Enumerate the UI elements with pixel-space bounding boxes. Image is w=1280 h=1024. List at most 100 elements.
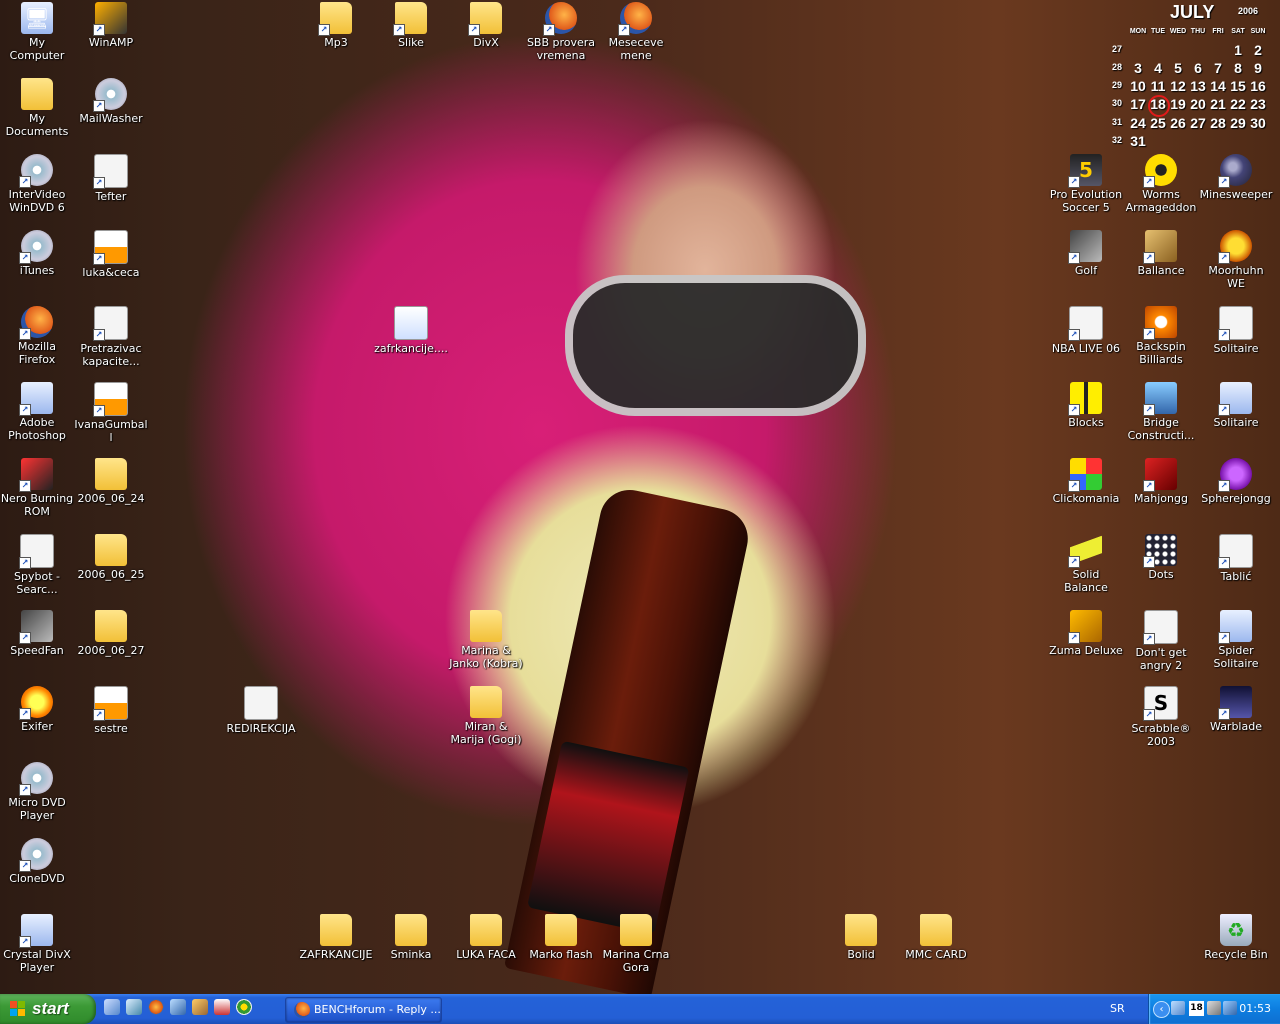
desktop-icon-redirekcija[interactable]: REDIREKCIJA (224, 686, 298, 735)
desktop-icon-solitaire-2[interactable]: ↗ Solitaire (1199, 382, 1273, 429)
desktop-icon-zafrkancije-folder[interactable]: ZAFRKANCIJE (299, 914, 373, 961)
desktop-icon-nba-live[interactable]: ↗ NBA LIVE 06 (1049, 306, 1123, 355)
calendar-row: 3456789 (1128, 60, 1278, 76)
calendar-day: 20 (1190, 96, 1206, 112)
desktop-icon-bolid[interactable]: Bolid (824, 914, 898, 961)
desktop-icon-ballance[interactable]: ↗ Ballance (1124, 230, 1198, 277)
desktop-icon-scrabble[interactable]: S ↗ Scrabble® 2003 (1124, 686, 1198, 748)
player-icon[interactable] (236, 999, 252, 1015)
desktop-icon-firefox[interactable]: ↗ Mozilla Firefox (0, 306, 74, 366)
desktop-icon-2006-06-24[interactable]: 2006_06_24 (74, 458, 148, 505)
desktop-icon-clonedvd[interactable]: ↗ CloneDVD (0, 838, 74, 885)
desktop-icon-mmc-card[interactable]: MMC CARD (899, 914, 973, 961)
firefox-icon[interactable] (148, 999, 164, 1015)
desktop-icon-my-documents[interactable]: My Documents (0, 78, 74, 138)
desktop-icon-itunes[interactable]: ↗ iTunes (0, 230, 74, 277)
folder-icon: ↗ (318, 2, 352, 36)
desktop-icon-mailwasher[interactable]: ↗ MailWasher (74, 78, 148, 125)
desktop-icon-moorhuhn[interactable]: ↗ Moorhuhn WE (1199, 230, 1273, 290)
desktop-icon-miran-marija[interactable]: Miran & Marija (Gogi) (449, 686, 523, 746)
desktop-icon-pretrazivac[interactable]: ↗ Pretrazivac kapacite... (74, 306, 148, 368)
mail-icon[interactable] (170, 999, 186, 1015)
desktop-icon-mahjongg[interactable]: ↗ Mahjongg (1124, 458, 1198, 505)
clock[interactable]: 01:53 (1239, 994, 1271, 1024)
desktop-icon-bridge-construction[interactable]: ↗ Bridge Constructi... (1124, 382, 1198, 442)
desktop-icon-winamp[interactable]: ↗ WinAMP (74, 2, 148, 49)
desktop-icon-blocks[interactable]: ↗ Blocks (1049, 382, 1123, 429)
package-icon[interactable] (192, 999, 208, 1015)
network-icon[interactable] (126, 999, 142, 1015)
desktop-icon-marina-janko[interactable]: Marina & Janko (Kobra) (449, 610, 523, 670)
desktop-icon-sminka[interactable]: Sminka (374, 914, 448, 961)
desktop-icon-solitaire-1[interactable]: ↗ Solitaire (1199, 306, 1273, 355)
desktop-icon-worms[interactable]: ↗ Worms Armageddon (1124, 154, 1198, 214)
calendar-day: 7 (1214, 60, 1222, 76)
desktop-icon-solid-balance[interactable]: ↗ Solid Balance (1049, 534, 1123, 594)
desktop-icon-tablic[interactable]: ↗ Tablić (1199, 534, 1273, 583)
desktop-icon-marina-crna-gora[interactable]: Marina Crna Gora (599, 914, 673, 974)
desktop-icon-marko-flash[interactable]: Marko flash (524, 914, 598, 961)
weekday-label: SAT (1231, 28, 1245, 35)
recycle-bin-icon: ♻ (1220, 914, 1252, 946)
desktop-icon-sbb-provera[interactable]: ↗ SBB provera vremena (524, 2, 598, 62)
desktop-icon-spherejongg[interactable]: ↗ Spherejongg (1199, 458, 1273, 505)
desktop-icon-mp3[interactable]: ↗ Mp3 (299, 2, 373, 49)
desktop-icon-zuma[interactable]: ↗ Zuma Deluxe (1049, 610, 1123, 657)
desktop-icon-2006-06-25[interactable]: 2006_06_25 (74, 534, 148, 581)
zuma-icon: ↗ (1068, 610, 1102, 644)
show-desktop-icon[interactable] (104, 999, 120, 1015)
nba-icon: ↗ (1068, 306, 1103, 341)
desktop-icon-spider-solitaire[interactable]: ↗ Spider Solitaire (1199, 610, 1273, 670)
firefox-icon: ↗ (618, 2, 652, 36)
desktop-icon-exifer[interactable]: ↗ Exifer (0, 686, 74, 733)
desktop-icon-speedfan[interactable]: ↗ SpeedFan (0, 610, 74, 657)
calendar-week-number: 30 (1112, 98, 1123, 108)
chevron-left-icon[interactable]: ‹ (1153, 1001, 1170, 1018)
desktop-icon-spybot[interactable]: ↗ Spybot - Searc... (0, 534, 74, 596)
desktop-icon-micro-dvd-player[interactable]: ↗ Micro DVD Player (0, 762, 74, 822)
desktop-icon-backspin-billiards[interactable]: ↗ Backspin Billiards (1124, 306, 1198, 366)
user-tray-icon[interactable] (1207, 1001, 1221, 1015)
desktop-icon-warblade[interactable]: ↗ Warblade (1199, 686, 1273, 733)
desktop-icon-dots[interactable]: ↗ Dots (1124, 534, 1198, 581)
desktop-icon-golf[interactable]: ↗ Golf (1049, 230, 1123, 277)
start-button[interactable]: start (0, 994, 96, 1024)
desktop-icon-slike[interactable]: ↗ Slike (374, 2, 448, 49)
desktop-icon-crystal-divx[interactable]: ↗ Crystal DivX Player (0, 914, 74, 974)
desktop-icon-zafrkancije-doc[interactable]: zafrkancije.... (374, 306, 448, 355)
calendar-day: 3 (1134, 60, 1142, 76)
network-tray-icon[interactable] (1171, 1001, 1185, 1015)
desktop-icon-divx[interactable]: ↗ DivX (449, 2, 523, 49)
solid-balance-icon: ↗ (1068, 534, 1102, 568)
desktop-icon-sestre[interactable]: ↗ sestre (74, 686, 148, 735)
weekday-label: TUE (1151, 28, 1165, 35)
desktop-icon-meseceve-mene[interactable]: ↗ Meseceve mene (599, 2, 673, 62)
desktop-icon-pes5[interactable]: 5 ↗ Pro Evolution Soccer 5 (1049, 154, 1123, 214)
taskbar-button-benchforum[interactable]: BENCHforum - Reply ... (285, 997, 442, 1023)
calendar-day: 8 (1234, 60, 1242, 76)
desktop-icon-my-computer[interactable]: 🖥 My Computer (0, 2, 74, 62)
calendar-week-number: 28 (1112, 62, 1123, 72)
desktop-icon-minesweeper[interactable]: ↗ Minesweeper (1199, 154, 1273, 201)
desktop-icon-nero[interactable]: ↗ Nero Burning ROM (0, 458, 74, 518)
desktop-icon-ivanagumball[interactable]: ↗ IvanaGumball (74, 382, 148, 444)
shield-tray-icon[interactable] (1223, 1001, 1237, 1015)
folder-icon (95, 458, 127, 490)
cards-icon: ↗ (1218, 382, 1252, 416)
desktop-icon-windvd[interactable]: ↗ InterVideo WinDVD 6 (0, 154, 74, 214)
desktop-icon-recycle-bin[interactable]: ♻ Recycle Bin (1199, 914, 1273, 961)
nero-icon: ↗ (19, 458, 53, 492)
desktop-icon-luka-ceca[interactable]: ↗ luka&ceca (74, 230, 148, 279)
desktop-icon-dont-get-angry[interactable]: ↗ Don't get angry 2 (1124, 610, 1198, 672)
desktop-icon-photoshop[interactable]: ↗ Adobe Photoshop (0, 382, 74, 442)
desktop-icon-luka-faca[interactable]: LUKA FACA (449, 914, 523, 961)
computer-icon: 🖥 (21, 2, 53, 34)
folder-icon (470, 914, 502, 946)
desktop-icon-2006-06-27[interactable]: 2006_06_27 (74, 610, 148, 657)
calendar-tray-icon[interactable]: 18 (1189, 1001, 1204, 1016)
desktop-icon-clickomania[interactable]: ↗ Clickomania (1049, 458, 1123, 505)
media-icon[interactable] (214, 999, 230, 1015)
calendar-day: 14 (1210, 78, 1226, 94)
desktop-icon-tefter[interactable]: ↗ Tefter (74, 154, 148, 203)
language-indicator[interactable]: SR (1110, 994, 1125, 1024)
